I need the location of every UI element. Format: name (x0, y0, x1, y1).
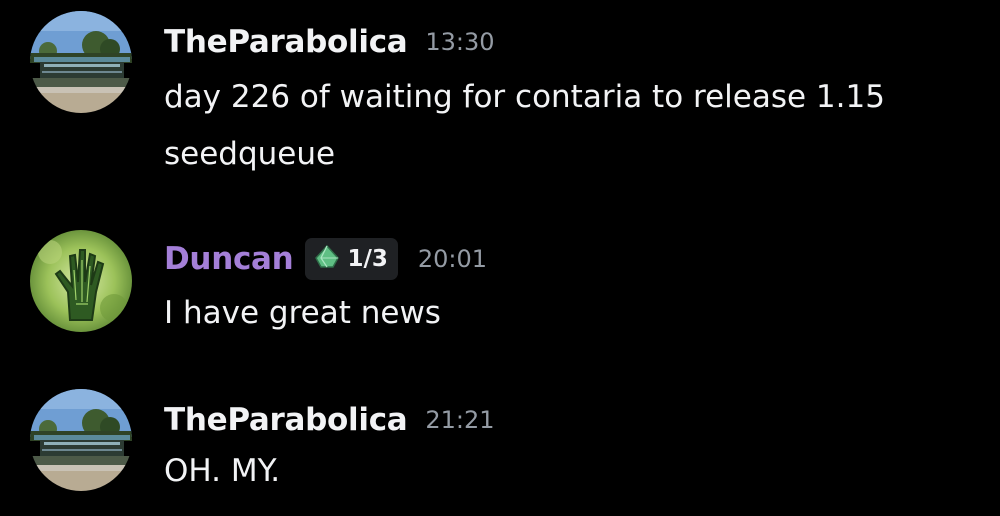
username[interactable]: Duncan (164, 243, 294, 275)
username[interactable]: TheParabolica (164, 26, 408, 58)
message-header: Duncan 1/3 20:01 (164, 238, 487, 280)
message-content: day 226 of waiting for contaria to relea… (164, 79, 885, 172)
message-header: TheParabolica 21:21 (164, 400, 495, 440)
user-avatar[interactable] (30, 230, 132, 332)
timestamp[interactable]: 20:01 (418, 247, 487, 271)
gem-icon (313, 244, 341, 274)
message-content: OH. MY. (164, 453, 281, 489)
timestamp[interactable]: 21:21 (425, 408, 494, 432)
user-avatar[interactable] (30, 11, 132, 113)
message-header: TheParabolica 13:30 (164, 22, 495, 62)
role-badge[interactable]: 1/3 (305, 238, 398, 280)
timestamp[interactable]: 13:30 (425, 30, 494, 54)
user-avatar[interactable] (30, 389, 132, 491)
message-content: I have great news (164, 295, 441, 331)
badge-count: 1/3 (347, 245, 388, 272)
username[interactable]: TheParabolica (164, 404, 408, 436)
